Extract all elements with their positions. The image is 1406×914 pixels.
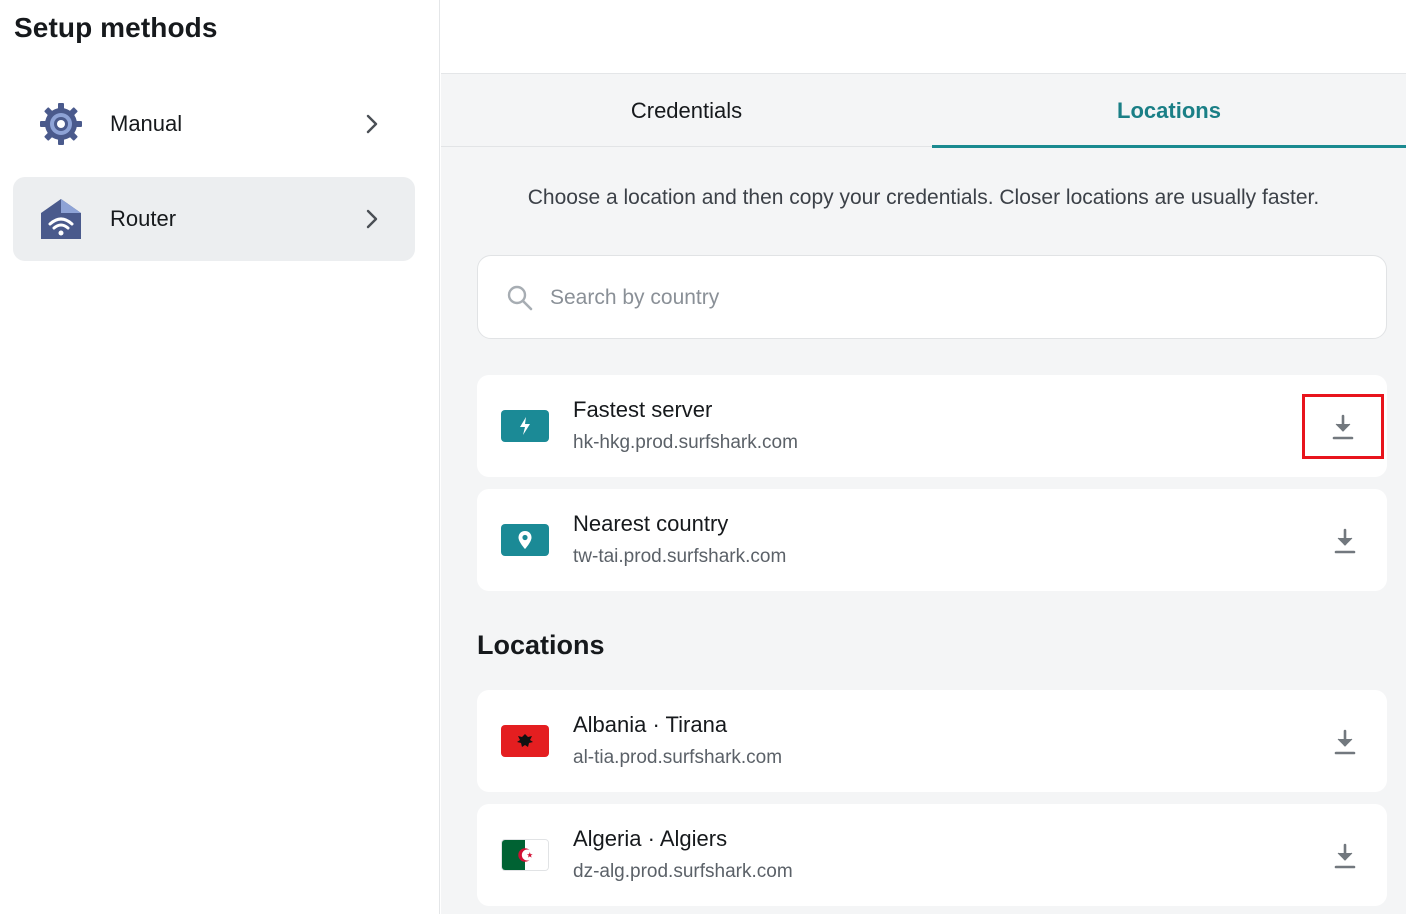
location-card-fastest-server[interactable]: Fastest server hk-hkg.prod.surfshark.com: [477, 375, 1387, 477]
setup-method-label: Manual: [110, 111, 183, 136]
download-icon: [1334, 843, 1356, 869]
main-header: [441, 0, 1406, 74]
setup-method-label: Router: [110, 206, 177, 231]
algeria-flag-icon: [501, 839, 549, 871]
locations-hint: Choose a location and then copy your cre…: [527, 186, 1320, 209]
tab-bar: Credentials Locations: [441, 74, 1406, 148]
setup-method-manual[interactable]: Manual: [13, 82, 415, 166]
search-input[interactable]: [550, 276, 1350, 320]
location-name: Nearest country: [573, 511, 729, 536]
tab-locations[interactable]: Locations: [932, 74, 1406, 148]
download-icon: [1332, 414, 1354, 439]
sidebar-title: Setup methods: [14, 12, 218, 43]
gear-icon: [40, 103, 82, 145]
main-panel: Credentials Locations Choose a location …: [441, 0, 1406, 914]
albania-flag-icon: [501, 725, 549, 757]
search-icon: [507, 285, 533, 311]
location-host: tw-tai.prod.surfshark.com: [573, 546, 787, 567]
location-card-algeria[interactable]: Algeria · Algiers dz-alg.prod.surfshark.…: [477, 804, 1387, 906]
tab-credentials[interactable]: Credentials: [441, 74, 932, 147]
chevron-right-icon: [366, 114, 378, 134]
download-icon: [1334, 528, 1356, 554]
locations-section-title: Locations: [477, 630, 605, 660]
location-pin-icon: [501, 524, 549, 556]
location-host: hk-hkg.prod.surfshark.com: [573, 432, 798, 453]
download-button[interactable]: [1302, 394, 1384, 459]
download-button[interactable]: [1325, 841, 1365, 871]
sidebar: Setup methods Manual Router: [0, 0, 440, 914]
lightning-icon: [501, 410, 549, 442]
location-host: al-tia.prod.surfshark.com: [573, 747, 783, 768]
setup-method-router[interactable]: Router: [13, 177, 415, 261]
router-wifi-icon: [41, 199, 81, 239]
location-name: Albania · Tirana: [573, 712, 728, 737]
download-button[interactable]: [1325, 727, 1365, 757]
download-button[interactable]: [1325, 526, 1365, 556]
location-host: dz-alg.prod.surfshark.com: [573, 861, 793, 882]
chevron-right-icon: [366, 209, 378, 229]
location-card-nearest-country[interactable]: Nearest country tw-tai.prod.surfshark.co…: [477, 489, 1387, 591]
location-name: Algeria · Algiers: [573, 826, 728, 851]
location-card-albania[interactable]: Albania · Tirana al-tia.prod.surfshark.c…: [477, 690, 1387, 792]
location-name: Fastest server: [573, 397, 713, 422]
search-box[interactable]: [477, 255, 1387, 339]
download-icon: [1334, 729, 1356, 755]
